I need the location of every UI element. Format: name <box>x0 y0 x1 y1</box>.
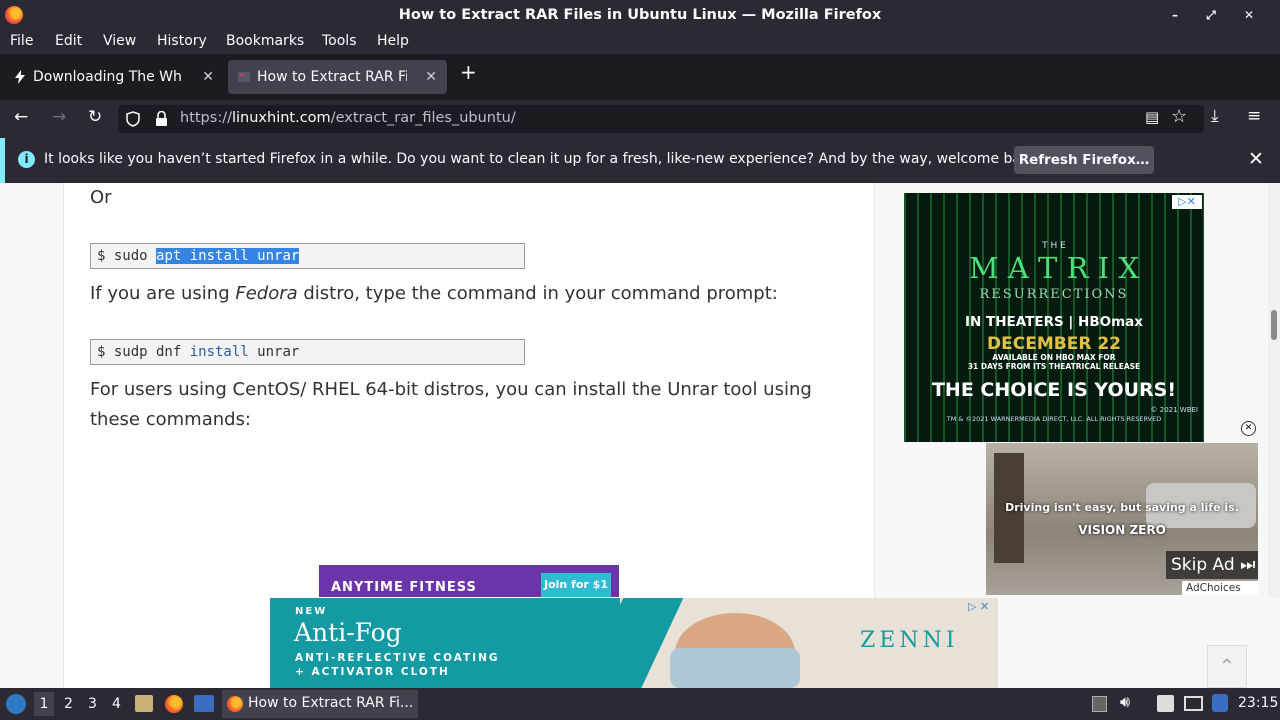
ad-matrix-title: M A T R I X <box>968 251 1139 285</box>
tab-close-icon[interactable]: ✕ <box>425 60 437 94</box>
adchoices-label[interactable]: AdChoices <box>1182 581 1258 595</box>
scrollbar-thumb[interactable] <box>1271 310 1277 340</box>
anytime-cta[interactable]: Join for $1 <box>541 573 611 597</box>
menu-bar: File Edit View History Bookmarks Tools H… <box>0 30 1280 54</box>
notification-bar: i It looks like you haven’t started Fire… <box>0 138 1280 183</box>
hamburger-menu-icon[interactable]: ≡ <box>1247 106 1261 126</box>
ad-close-icon[interactable]: ▷ ✕ <box>968 600 989 613</box>
zenni-brand: ZENNI <box>860 628 959 653</box>
ad-theaters: IN THEATERS | HBOmax <box>965 314 1143 330</box>
tab-downloading[interactable]: Downloading The White M ✕ <box>4 60 224 94</box>
workspace-2[interactable]: 2 <box>64 696 73 712</box>
taskbar: 1 2 3 4 How to Extract RAR Fi... 🔊︎ 23:1… <box>0 688 1280 720</box>
forward-icon[interactable]: → <box>52 107 66 127</box>
tab-label: Downloading The White M <box>33 69 183 85</box>
code-block-apt[interactable]: $ sudo apt install unrar <box>90 243 525 269</box>
lightning-icon <box>15 70 25 84</box>
zenni-line2: + ACTIVATOR CLOTH <box>295 666 450 678</box>
site-favicon-icon <box>238 72 250 82</box>
menu-bookmarks[interactable]: Bookmarks <box>226 33 304 49</box>
clipboard-icon[interactable] <box>1092 696 1107 712</box>
url-text[interactable]: https://linuxhint.com/extract_rar_files_… <box>180 110 516 126</box>
menu-history[interactable]: History <box>157 33 207 49</box>
zenni-new: NEW <box>295 606 328 617</box>
back-icon[interactable]: ← <box>14 107 28 127</box>
reload-icon[interactable]: ↻ <box>88 107 102 127</box>
reader-view-icon[interactable]: ▤ <box>1145 108 1159 126</box>
window-titlebar: How to Extract RAR Files in Ubuntu Linux… <box>0 0 1280 30</box>
window-title: How to Extract RAR Files in Ubuntu Linux… <box>398 7 882 23</box>
notes-icon[interactable] <box>1157 695 1174 712</box>
zenni-ad[interactable]: NEW Anti-Fog ANTI-REFLECTIVE COATING + A… <box>270 598 998 688</box>
menu-file[interactable]: File <box>10 33 33 49</box>
menu-edit[interactable]: Edit <box>55 33 82 49</box>
task-firefox[interactable]: How to Extract RAR Fi... <box>222 690 418 718</box>
workspace-4[interactable]: 4 <box>112 696 121 712</box>
paragraph-fedora: If you are using Fedora distro, type the… <box>90 283 778 304</box>
refresh-firefox-button[interactable]: Refresh Firefox… <box>1014 146 1154 174</box>
firefox-icon <box>227 696 243 712</box>
shield-icon[interactable] <box>126 111 140 127</box>
code-block-dnf[interactable]: $ sudp dnf install unrar <box>90 339 525 365</box>
tab-label: How to Extract RAR Files <box>257 69 407 85</box>
firefox-logo-icon <box>5 6 23 24</box>
matrix-ad[interactable]: ▷✕ T H E M A T R I X RESURRECTIONS IN TH… <box>904 193 1204 442</box>
menu-help[interactable]: Help <box>377 33 409 49</box>
menu-view[interactable]: View <box>103 33 136 49</box>
display-icon[interactable] <box>1184 696 1203 711</box>
volume-icon[interactable]: 🔊︎ <box>1120 692 1130 712</box>
bookmark-star-icon[interactable]: ☆ <box>1171 106 1187 127</box>
close-video-icon[interactable]: ✕ <box>1241 421 1256 436</box>
ad-close-icon[interactable]: ▷✕ <box>1172 195 1202 209</box>
tab-extract-rar[interactable]: How to Extract RAR Files ✕ <box>228 60 447 94</box>
video-brand: VISION ZERO <box>1078 523 1166 537</box>
paragraph-or: Or <box>90 187 112 208</box>
lock-icon[interactable] <box>155 111 168 127</box>
task-label: How to Extract RAR Fi... <box>248 695 414 711</box>
info-icon: i <box>18 151 35 168</box>
ad-choice: THE CHOICE IS YOURS! <box>931 379 1177 401</box>
video-caption: Driving isn't easy, but saving a life is… <box>1005 501 1239 514</box>
paragraph-centos: For users using CentOS/ RHEL 64-bit dist… <box>90 379 812 430</box>
file-manager-icon[interactable] <box>135 695 153 712</box>
downloads-icon[interactable]: ⤓ <box>1211 106 1219 126</box>
ad-date: DECEMBER 22 <box>987 334 1121 354</box>
workspace-3[interactable]: 3 <box>88 696 97 712</box>
anytime-fitness-ad[interactable]: ANYTIME FITNESS Join for $1 <box>319 565 619 597</box>
zenni-title: Anti-Fog <box>294 618 402 647</box>
notification-accent <box>0 138 5 183</box>
ad-mask-decoration <box>670 648 800 688</box>
zenni-line1: ANTI-REFLECTIVE COATING <box>295 652 500 664</box>
page-scrollbar[interactable] <box>1268 183 1280 598</box>
nav-bar: ← → ↻ https://linuxhint.com/extract_rar_… <box>0 100 1280 138</box>
menu-tools[interactable]: Tools <box>322 33 357 49</box>
workspace-1[interactable]: 1 <box>34 692 54 716</box>
ad-avail2: 31 DAYS FROM ITS THEATRICAL RELEASE <box>967 362 1141 371</box>
desktop-icon[interactable] <box>194 695 214 712</box>
url-bar[interactable]: https://linuxhint.com/extract_rar_files_… <box>118 105 1204 133</box>
updates-icon[interactable] <box>1212 694 1228 712</box>
video-ad[interactable]: Driving isn't easy, but saving a life is… <box>986 443 1258 595</box>
notification-message: It looks like you haven’t started Firefo… <box>44 151 1043 167</box>
start-menu-icon[interactable] <box>6 694 26 714</box>
ad-matrix-sub: RESURRECTIONS <box>979 287 1129 302</box>
skip-ad-button[interactable]: Skip Ad ⏭ <box>1166 551 1258 579</box>
clock: 23:15 <box>1238 695 1279 711</box>
ad-legal2: TM & ©2021 WARNERMEDIA DIRECT, LLC. ALL … <box>946 415 1162 423</box>
ad-avail1: AVAILABLE ON HBO MAX FOR <box>992 353 1116 362</box>
scroll-to-top-button[interactable]: ⌃ <box>1207 645 1247 688</box>
window-controls[interactable]: – ⤢ ✕ <box>1172 0 1266 30</box>
firefox-launcher-icon[interactable] <box>165 695 183 713</box>
anytime-brand: ANYTIME FITNESS <box>331 580 477 595</box>
tab-close-icon[interactable]: ✕ <box>202 60 214 94</box>
tab-bar: Downloading The White M ✕ How to Extract… <box>0 54 1280 100</box>
ad-legal1: © 2021 WBEI <box>1150 406 1198 414</box>
new-tab-button[interactable]: + <box>460 60 477 84</box>
ad-the: T H E <box>1042 241 1066 251</box>
close-icon[interactable]: ✕ <box>1248 148 1264 170</box>
